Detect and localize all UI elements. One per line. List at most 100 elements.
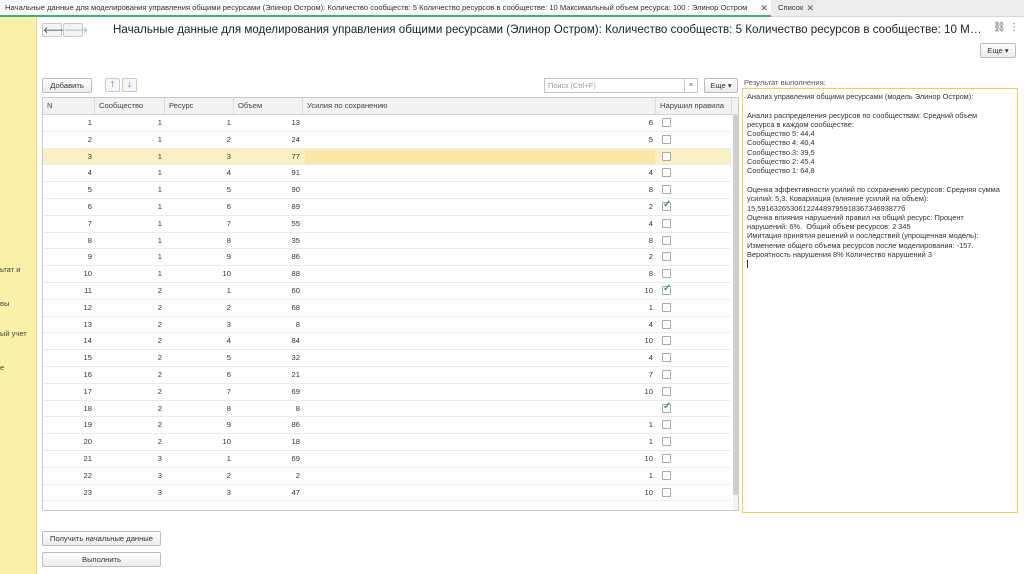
cell-n[interactable]: 18 <box>43 401 95 417</box>
cell-n[interactable]: 22 <box>43 468 95 484</box>
cell-n[interactable]: 12 <box>43 300 95 316</box>
table-more-button[interactable]: Еще ▾ <box>704 78 738 93</box>
cell-resource[interactable]: 3 <box>165 317 234 333</box>
violated-checkbox[interactable] <box>662 168 671 178</box>
cell-community[interactable]: 1 <box>95 199 165 215</box>
cell-community[interactable]: 1 <box>95 115 165 131</box>
cell-n[interactable]: 3 <box>43 149 95 165</box>
violated-checkbox[interactable] <box>662 302 671 312</box>
result-textarea[interactable]: Анализ управления общими ресурсами (моде… <box>742 88 1018 513</box>
sidebar-item[interactable]: ьтат и <box>0 265 20 274</box>
cell-volume[interactable]: 90 <box>234 182 303 198</box>
cell-resource[interactable]: 7 <box>165 216 234 232</box>
table-row[interactable]: 19 2 9 86 1 <box>43 417 731 435</box>
cell-volume[interactable]: 8 <box>234 317 303 333</box>
cell-resource[interactable]: 8 <box>165 401 234 417</box>
cell-n[interactable]: 8 <box>43 233 95 249</box>
cell-volume[interactable]: 88 <box>234 266 303 282</box>
violated-checkbox[interactable] <box>662 118 671 127</box>
vertical-dots-icon[interactable]: ⋮ <box>1009 22 1019 33</box>
table-row[interactable]: 9 1 9 86 2 <box>43 249 731 267</box>
cell-effort[interactable]: 10 <box>303 333 656 349</box>
cell-resource[interactable]: 3 <box>165 149 234 165</box>
cell-effort[interactable] <box>303 149 656 165</box>
close-icon[interactable]: ✕ <box>760 0 768 15</box>
table-scrollbar-thumb[interactable] <box>733 115 738 495</box>
table-row[interactable]: 23 3 3 47 10 <box>43 485 731 502</box>
clear-search-button[interactable]: × <box>684 78 698 93</box>
header-more-button[interactable]: Еще ▾ <box>980 43 1016 58</box>
column-header-resource[interactable]: Ресурс <box>165 98 234 114</box>
cell-volume[interactable]: 55 <box>234 216 303 232</box>
table-row[interactable]: 1 1 1 13 6 <box>43 115 731 132</box>
cell-effort[interactable]: 4 <box>303 165 656 181</box>
cell-volume[interactable]: 21 <box>234 367 303 383</box>
table-row[interactable]: 21 3 1 69 10 <box>43 451 731 468</box>
tab-initial-data[interactable]: Начальные данные для моделирования управ… <box>0 0 771 17</box>
table-row[interactable]: 6 1 6 89 2 ✓ <box>43 199 731 216</box>
cell-volume[interactable]: 2 <box>234 468 303 484</box>
cell-resource[interactable]: 7 <box>165 384 234 400</box>
cell-effort[interactable]: 7 <box>303 367 656 383</box>
cell-resource[interactable]: 3 <box>165 485 234 501</box>
violated-checkbox[interactable] <box>662 353 671 363</box>
cell-effort[interactable]: 2 <box>303 249 656 265</box>
cell-volume[interactable]: 47 <box>234 485 303 501</box>
cell-resource[interactable]: 4 <box>165 333 234 349</box>
cell-resource[interactable]: 2 <box>165 132 234 148</box>
cell-n[interactable]: 13 <box>43 317 95 333</box>
tab-list[interactable]: Список ✕ <box>773 0 817 17</box>
cell-community[interactable]: 1 <box>95 266 165 282</box>
column-header-community[interactable]: Сообщество <box>95 98 165 114</box>
cell-community[interactable]: 2 <box>95 283 165 299</box>
violated-checkbox[interactable]: ✓ <box>662 401 671 413</box>
cell-resource[interactable]: 5 <box>165 350 234 366</box>
cell-resource[interactable]: 6 <box>165 367 234 383</box>
cell-n[interactable]: 6 <box>43 199 95 215</box>
search-input[interactable]: Поиск (Ctrl+F) <box>544 78 685 93</box>
cell-resource[interactable]: 1 <box>165 283 234 299</box>
cell-effort[interactable]: 8 <box>303 266 656 282</box>
cell-volume[interactable]: 32 <box>234 350 303 366</box>
close-icon[interactable]: ✕ <box>806 0 814 16</box>
cell-n[interactable]: 2 <box>43 132 95 148</box>
cell-resource[interactable]: 10 <box>165 434 234 450</box>
cell-n[interactable]: 16 <box>43 367 95 383</box>
cell-resource[interactable]: 6 <box>165 199 234 215</box>
cell-volume[interactable]: 77 <box>234 149 303 165</box>
cell-effort[interactable]: 1 <box>303 468 656 484</box>
sidebar-item[interactable]: ый учет <box>0 329 27 338</box>
cell-effort[interactable]: 1 <box>303 434 656 450</box>
table-row[interactable]: 4 1 4 91 4 <box>43 165 731 183</box>
violated-checkbox[interactable] <box>662 319 671 329</box>
violated-checkbox[interactable] <box>662 235 671 245</box>
violated-checkbox[interactable]: ✓ <box>662 199 671 211</box>
cell-n[interactable]: 23 <box>43 485 95 501</box>
cell-resource[interactable]: 9 <box>165 249 234 265</box>
cell-volume[interactable]: 35 <box>234 233 303 249</box>
cell-n[interactable]: 15 <box>43 350 95 366</box>
cell-resource[interactable]: 1 <box>165 115 234 131</box>
cell-n[interactable]: 4 <box>43 165 95 181</box>
cell-n[interactable]: 9 <box>43 249 95 265</box>
table-row[interactable]: 5 1 5 90 8 <box>43 182 731 199</box>
violated-checkbox[interactable] <box>662 336 671 346</box>
cell-community[interactable]: 2 <box>95 300 165 316</box>
cell-community[interactable]: 1 <box>95 182 165 198</box>
cell-n[interactable]: 19 <box>43 417 95 433</box>
cell-effort[interactable]: 4 <box>303 317 656 333</box>
cell-n[interactable]: 11 <box>43 283 95 299</box>
violated-checkbox[interactable] <box>662 252 671 262</box>
cell-effort[interactable]: 10 <box>303 283 656 299</box>
cell-effort[interactable]: 4 <box>303 350 656 366</box>
link-icon[interactable]: ⛓ <box>993 22 1006 33</box>
cell-community[interactable]: 1 <box>95 132 165 148</box>
table-row[interactable]: 15 2 5 32 4 <box>43 350 731 367</box>
table-row[interactable]: 13 2 3 8 4 <box>43 317 731 334</box>
cell-resource[interactable]: 1 <box>165 451 234 467</box>
table-row[interactable]: 3 1 3 77 <box>43 148 731 166</box>
cell-resource[interactable]: 10 <box>165 266 234 282</box>
cell-community[interactable]: 3 <box>95 468 165 484</box>
add-button[interactable]: Добавить <box>42 78 92 93</box>
table-row[interactable]: 22 3 2 2 1 <box>43 468 731 485</box>
